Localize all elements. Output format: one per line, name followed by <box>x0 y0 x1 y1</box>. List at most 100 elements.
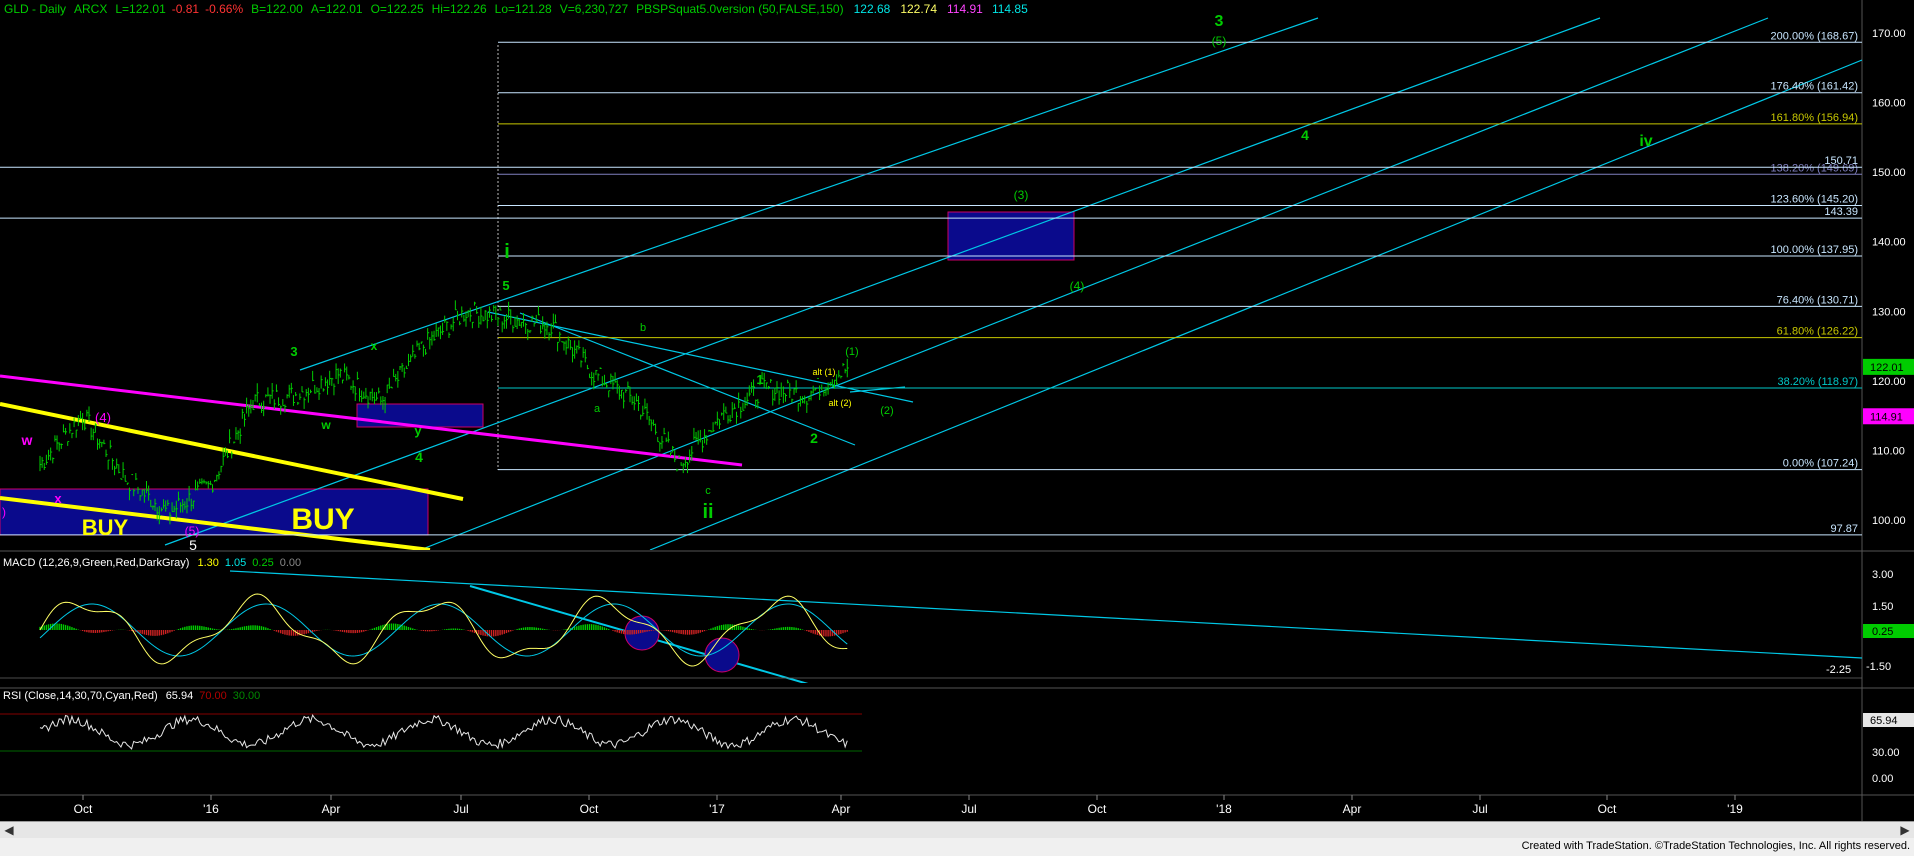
wave-label: (4) <box>95 410 111 425</box>
magenta-price-marker: 114.91 <box>1870 411 1903 423</box>
scroll-right-icon[interactable]: ▶ <box>1898 823 1912 837</box>
price-axis-label: 120.00 <box>1872 376 1906 388</box>
chart-header: GLD - Daily ARCX L=122.01 -0.81 -0.66% B=122.… <box>4 2 1028 16</box>
footer-bar: Created with TradeStation. ©TradeStation… <box>0 838 1914 856</box>
fib-level-label: 38.20% (118.97) <box>1777 376 1858 388</box>
rsi-axis-30: 30.00 <box>1872 747 1900 759</box>
wave-label: x <box>54 491 62 506</box>
header-ind-3: 114.91 <box>947 2 983 16</box>
header-pct: -0.66% <box>205 2 243 16</box>
wave-label: (3) <box>1014 188 1029 202</box>
macd-val-2: 1.05 <box>225 557 246 569</box>
time-axis-label: Apr <box>832 802 851 816</box>
wave-label: alt (1) <box>812 367 835 377</box>
wave-label: iv <box>1639 133 1652 150</box>
wave-label: a <box>594 403 601 415</box>
fib-level-label: 123.60% (145.20) <box>1771 194 1858 206</box>
price-axis-label: 150.00 <box>1872 167 1906 179</box>
extra-level-label: 97.87 <box>1830 523 1858 535</box>
wave-label: (5) <box>1212 34 1227 48</box>
rsi-val-1: 65.94 <box>166 690 194 702</box>
wave-label: ) <box>2 505 6 519</box>
header-ind-4: 114.85 <box>992 2 1028 16</box>
time-axis-label: Apr <box>1343 802 1362 816</box>
extra-level-label: 150.71 <box>1824 155 1858 167</box>
header-ind-2: 122.74 <box>900 2 937 16</box>
rsi-label: RSI (Close,14,30,70,Cyan,Red) <box>3 690 158 702</box>
fib-level-label: 61.80% (126.22) <box>1777 326 1858 338</box>
wave-label: alt (2) <box>828 398 851 408</box>
wave-label: i <box>504 241 510 263</box>
header-ind-1: 122.68 <box>854 2 891 16</box>
rsi-marker: 65.94 <box>1870 715 1898 727</box>
time-axis-label: Oct <box>74 802 93 816</box>
rsi-axis-0: 0.00 <box>1872 773 1893 785</box>
time-axis-label: Oct <box>580 802 599 816</box>
extra-level-label: 143.39 <box>1824 206 1858 218</box>
price-axis-label: 130.00 <box>1872 306 1906 318</box>
header-indicator: PBSPSquat5.0version (50,FALSE,150) <box>636 2 843 16</box>
fib-level-label: 76.40% (130.71) <box>1777 294 1858 306</box>
scroll-left-icon[interactable]: ◀ <box>2 823 16 837</box>
time-axis-label: Oct <box>1598 802 1617 816</box>
wave-label: y <box>414 423 422 438</box>
wave-label: 5 <box>502 278 509 293</box>
macd-label: MACD (12,26,9,Green,Red,DarkGray) <box>3 557 189 569</box>
macd-header: MACD (12,26,9,Green,Red,DarkGray) 1.30 1.0… <box>3 557 301 569</box>
macd-line-label: -2.25 <box>1826 664 1851 676</box>
header-symbol: GLD - Daily <box>4 2 66 16</box>
wave-label: 4 <box>1301 127 1309 143</box>
header-exchange: ARCX <box>74 2 107 16</box>
fib-level-label: 176.40% (161.42) <box>1771 81 1858 93</box>
header-open: O=122.25 <box>371 2 424 16</box>
price-axis-label: 110.00 <box>1872 445 1905 457</box>
wave-label: w <box>320 418 331 432</box>
chart-canvas[interactable]: 200.00% (168.67)176.40% (161.42)161.80% … <box>0 0 1914 821</box>
fib-level-label: 100.00% (137.95) <box>1771 244 1858 256</box>
wave-label: BUY <box>82 515 129 540</box>
wave-label: w <box>21 432 33 448</box>
rsi-val-2: 70.00 <box>199 690 227 702</box>
wave-label: c <box>705 485 711 497</box>
fib-level-label: 200.00% (168.67) <box>1771 30 1858 42</box>
svg-text:GLD - DailyARCXL=122.01-0.81-0: GLD - Daily ARCX L=122.01 -0.81 -0.66% B=122.… <box>4 2 1028 16</box>
wave-label: (2) <box>880 405 893 417</box>
header-last: L=122.01 <box>115 2 166 16</box>
wave-label: 1 <box>756 372 763 387</box>
wave-label: 5 <box>189 537 197 553</box>
wave-label: ii <box>702 501 713 523</box>
header-low: Lo=121.28 <box>495 2 552 16</box>
wave-label: 3 <box>1215 13 1224 30</box>
rsi-val-3: 30.00 <box>233 690 261 702</box>
wave-label: b <box>640 322 646 334</box>
header-bid: B=122.00 <box>251 2 303 16</box>
last-price-marker: 122.01 <box>1870 362 1904 374</box>
macd-axis-3: 3.00 <box>1872 569 1893 581</box>
rsi-header: RSI (Close,14,30,70,Cyan,Red) 65.94 70.00 3… <box>3 690 260 702</box>
macd-val-1: 1.30 <box>197 557 218 569</box>
time-axis-label: '17 <box>709 802 725 816</box>
header-ask: A=122.01 <box>311 2 363 16</box>
wave-label: BUY <box>291 503 354 536</box>
price-axis-label: 100.00 <box>1872 515 1906 527</box>
time-axis-label: '18 <box>1216 802 1232 816</box>
time-axis-label: '16 <box>203 802 219 816</box>
wave-label: 4 <box>415 449 423 465</box>
time-axis-label: '19 <box>1727 802 1743 816</box>
time-axis-label: Jul <box>961 802 976 816</box>
wave-label: x <box>371 339 378 353</box>
time-axis-label: Jul <box>1472 802 1487 816</box>
target-box-wave-3 <box>947 211 1075 261</box>
header-change: -0.81 <box>172 2 200 16</box>
time-axis-label: Apr <box>322 802 341 816</box>
macd-axis-1-5: 1.50 <box>1872 601 1893 613</box>
wave-label: (1) <box>845 346 858 358</box>
header-volume: V=6,230,727 <box>560 2 629 16</box>
fib-level-label: 161.80% (156.94) <box>1771 112 1858 124</box>
horizontal-scrollbar[interactable]: ◀ ▶ <box>0 821 1914 839</box>
macd-val-3: 0.25 <box>252 557 273 569</box>
wave-label: 2 <box>810 430 818 446</box>
wave-label: (5) <box>185 524 200 538</box>
fib-level-label: 0.00% (107.24) <box>1783 458 1858 470</box>
header-high: Hi=122.26 <box>432 2 487 16</box>
